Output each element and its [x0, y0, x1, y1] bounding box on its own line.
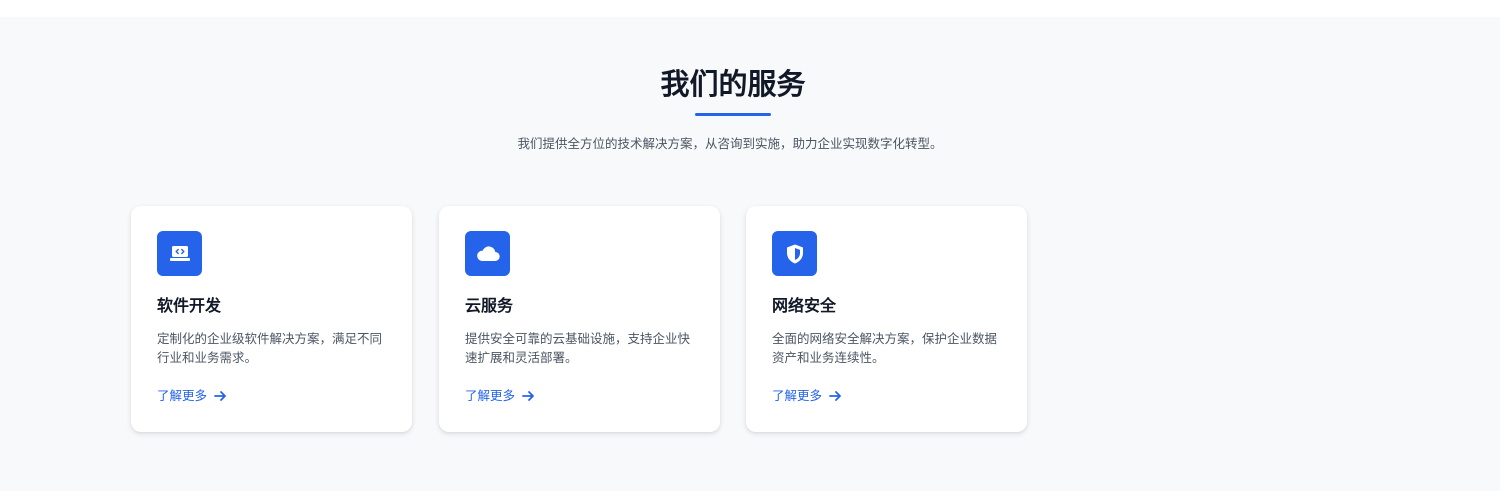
cloud-icon [465, 231, 510, 276]
arrow-right-icon [214, 390, 227, 402]
service-card-security: 网络安全 全面的网络安全解决方案，保护企业数据资产和业务连续性。 了解更多 [746, 206, 1027, 432]
card-description: 定制化的企业级软件解决方案，满足不同行业和业务需求。 [157, 331, 383, 365]
top-strip [0, 0, 1500, 17]
service-card-cloud: 云服务 提供安全可靠的云基础设施，支持企业快速扩展和灵活部署。 了解更多 [439, 206, 720, 432]
service-card-software: 软件开发 定制化的企业级软件解决方案，满足不同行业和业务需求。 了解更多 [131, 206, 412, 432]
learn-more-link-software[interactable]: 了解更多 [157, 386, 227, 406]
arrow-right-icon [522, 390, 535, 402]
card-description: 全面的网络安全解决方案，保护企业数据资产和业务连续性。 [772, 331, 998, 365]
services-section: 我们的服务 我们提供全方位的技术解决方案，从咨询到实施，助力企业实现数字化转型。… [0, 17, 1500, 491]
learn-more-link-security[interactable]: 了解更多 [772, 386, 842, 406]
card-title: 软件开发 [157, 296, 222, 315]
learn-more-label: 了解更多 [157, 388, 208, 403]
section-subtitle: 我们提供全方位的技术解决方案，从咨询到实施，助力企业实现数字化转型。 [517, 136, 943, 151]
card-title: 云服务 [465, 296, 514, 315]
section-title: 我们的服务 [660, 67, 806, 101]
laptop-code-icon [157, 231, 202, 276]
card-title: 网络安全 [772, 296, 837, 315]
learn-more-label: 了解更多 [772, 388, 823, 403]
learn-more-link-cloud[interactable]: 了解更多 [465, 386, 535, 406]
title-underline [695, 113, 771, 116]
shield-icon [772, 231, 817, 276]
arrow-right-icon [829, 390, 842, 402]
card-description: 提供安全可靠的云基础设施，支持企业快速扩展和灵活部署。 [465, 331, 691, 365]
learn-more-label: 了解更多 [465, 388, 516, 403]
